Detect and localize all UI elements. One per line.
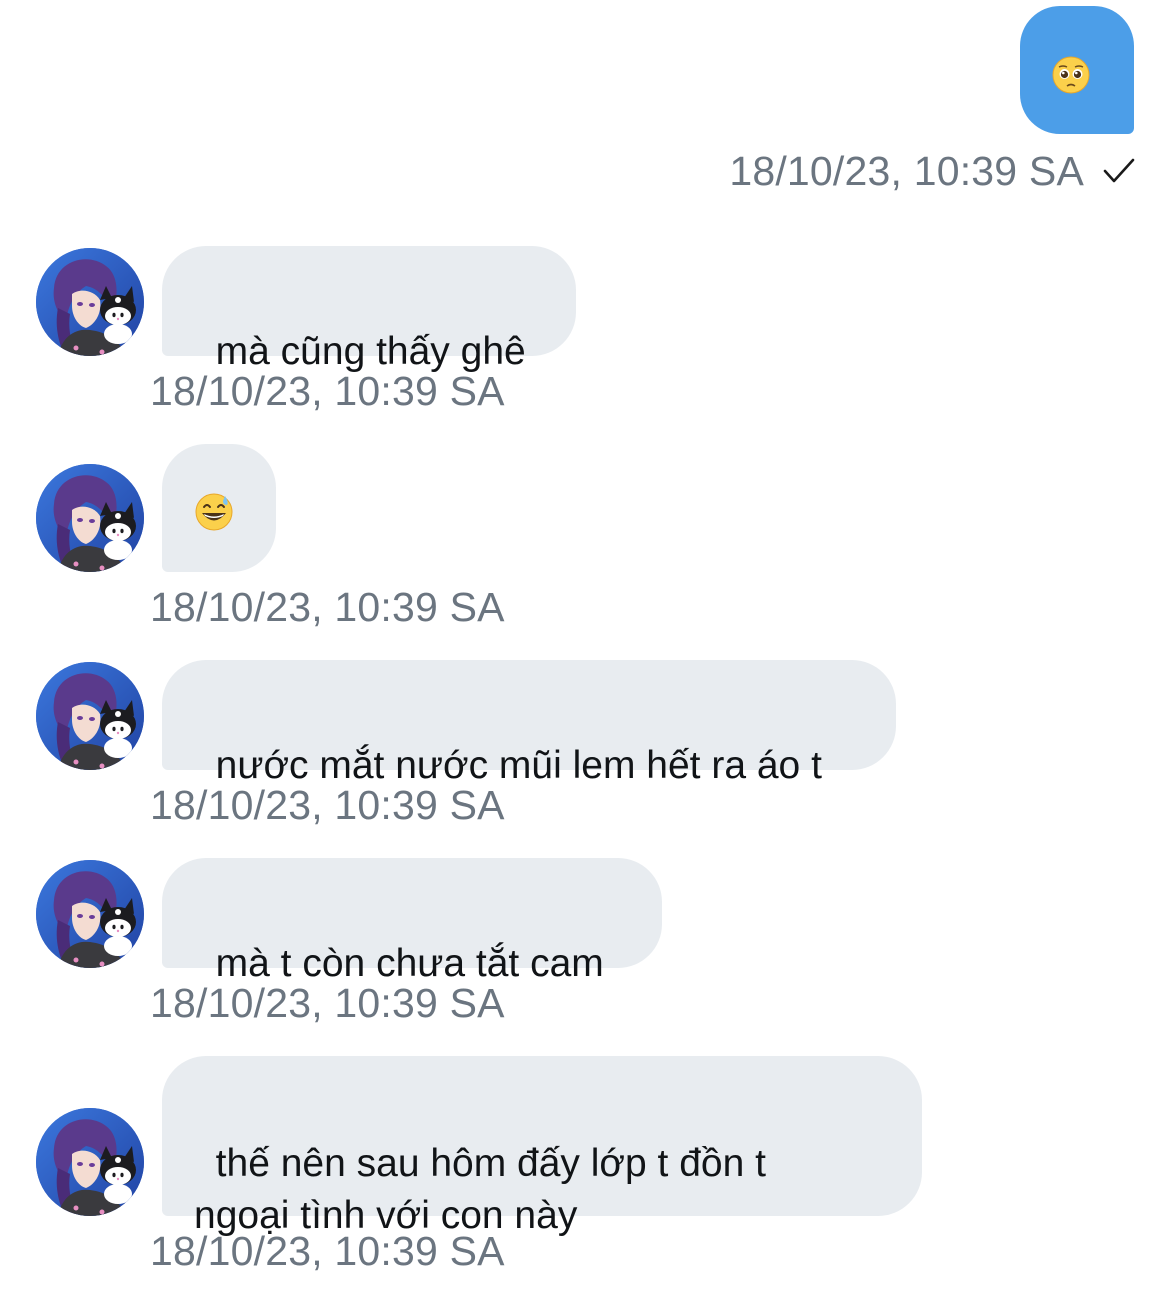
- sender-avatar[interactable]: [36, 1108, 144, 1216]
- message-timestamp: 18/10/23, 10:39 SA: [150, 782, 505, 828]
- sender-avatar[interactable]: [36, 464, 144, 572]
- message-text: thế nên sau hôm đấy lớp t đồn t ngoại tì…: [194, 1142, 766, 1237]
- sent-message-meta: 18/10/23, 10:39 SA: [729, 146, 1136, 196]
- pleading-face-emoji-icon: [1052, 56, 1090, 94]
- message-text: mà t còn chưa tắt cam: [215, 942, 604, 985]
- received-message-bubble[interactable]: mà t còn chưa tắt cam: [162, 858, 662, 985]
- message-text: nước mắt nước mũi lem hết ra áo t: [215, 744, 822, 787]
- received-message-bubble[interactable]: nước mắt nước mũi lem hết ra áo t: [162, 660, 896, 787]
- message-timestamp: 18/10/23, 10:39 SA: [729, 147, 1084, 194]
- message-timestamp: 18/10/23, 10:39 SA: [150, 584, 505, 630]
- message-timestamp: 18/10/23, 10:39 SA: [150, 368, 505, 414]
- received-message-bubble[interactable]: mà cũng thấy ghê: [162, 246, 576, 373]
- checkmark-icon: [1103, 158, 1135, 183]
- sender-avatar[interactable]: [36, 248, 144, 356]
- sender-avatar[interactable]: [36, 662, 144, 770]
- message-timestamp: 18/10/23, 10:39 SA: [150, 1228, 505, 1274]
- received-message-bubble[interactable]: thế nên sau hôm đấy lớp t đồn t ngoại tì…: [162, 1056, 922, 1237]
- sender-avatar[interactable]: [36, 860, 144, 968]
- grinning-face-with-sweat-emoji-icon: [195, 493, 233, 531]
- message-timestamp: 18/10/23, 10:39 SA: [150, 980, 505, 1026]
- received-message-bubble[interactable]: [162, 444, 276, 572]
- message-text: mà cũng thấy ghê: [215, 330, 526, 373]
